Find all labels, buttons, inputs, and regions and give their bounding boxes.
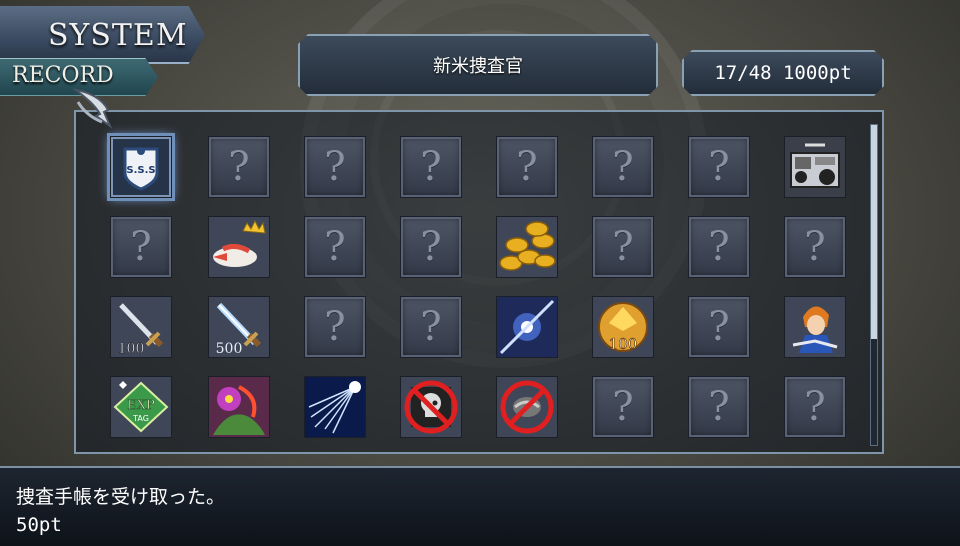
locked-record-slot[interactable]: ? (592, 376, 654, 438)
svg-text:EXP: EXP (127, 398, 155, 413)
locked-record-slot[interactable]: ? (400, 136, 462, 198)
svg-text:TAG: TAG (132, 414, 149, 423)
question-mark-icon: ? (420, 304, 442, 350)
message-text: 捜査手帳を受け取った。 (16, 486, 226, 508)
svg-text:500: 500 (216, 341, 243, 357)
message-bar: 捜査手帳を受け取った。 50pt (0, 466, 960, 546)
record-slot-hero[interactable] (784, 296, 846, 358)
locked-record-slot[interactable]: ? (688, 376, 750, 438)
crowned-fish-icon (209, 217, 269, 277)
record-grid-panel: S.S.S ?????? ? ?? ??? 100 500 ? ? 100 ? … (74, 110, 884, 454)
exp-tag-icon: EXP TAG (111, 377, 171, 437)
record-slot-sword-100[interactable]: 100 (110, 296, 172, 358)
locked-record-slot[interactable]: ? (400, 216, 462, 278)
message-points: 50pt (16, 514, 62, 536)
record-slot-gold-coins[interactable] (496, 216, 558, 278)
question-mark-icon: ? (324, 304, 346, 350)
question-mark-icon: ? (324, 144, 346, 190)
gold-gem-icon: 100 (593, 297, 653, 357)
record-slot-badge-sss[interactable]: S.S.S (110, 136, 172, 198)
locked-record-slot[interactable]: ? (592, 216, 654, 278)
locked-record-slot[interactable]: ? (688, 136, 750, 198)
question-mark-icon: ? (708, 384, 730, 430)
scrollbar-thumb[interactable] (871, 125, 877, 340)
light-slash-icon (497, 297, 557, 357)
question-mark-icon: ? (804, 384, 826, 430)
gold-coins-icon (497, 217, 557, 277)
blue-burst-icon (305, 377, 365, 437)
sss-badge-icon: S.S.S (111, 137, 171, 197)
record-slot-light-slash[interactable] (496, 296, 558, 358)
question-mark-icon: ? (612, 144, 634, 190)
question-mark-icon: ? (516, 144, 538, 190)
question-mark-icon: ? (708, 144, 730, 190)
question-mark-icon: ? (708, 304, 730, 350)
system-header: SYSTEM (0, 6, 205, 64)
cassette-recorder-icon (785, 137, 845, 197)
locked-record-slot[interactable]: ? (400, 296, 462, 358)
question-mark-icon: ? (130, 224, 152, 270)
question-mark-icon: ? (228, 144, 250, 190)
record-slot-sword-500[interactable]: 500 (208, 296, 270, 358)
record-slot-no-item[interactable] (496, 376, 558, 438)
record-slot-no-skull[interactable] (400, 376, 462, 438)
record-slot-blue-burst[interactable] (304, 376, 366, 438)
pointer-cursor-icon (72, 88, 113, 129)
locked-record-slot[interactable]: ? (496, 136, 558, 198)
no-item-icon (497, 377, 557, 437)
record-slot-king-fish[interactable] (208, 216, 270, 278)
locked-record-slot[interactable]: ? (110, 216, 172, 278)
locked-record-slot[interactable]: ? (592, 136, 654, 198)
svg-text:100: 100 (609, 335, 638, 353)
question-mark-icon: ? (324, 224, 346, 270)
question-mark-icon: ? (804, 224, 826, 270)
question-mark-icon: ? (708, 224, 730, 270)
question-mark-icon: ? (420, 144, 442, 190)
record-slot-recorder[interactable] (784, 136, 846, 198)
system-label: SYSTEM (48, 18, 188, 53)
crossed-swords-icon: 100 (111, 297, 171, 357)
no-skull-icon (401, 377, 461, 437)
hero-portrait-icon (785, 297, 845, 357)
question-mark-icon: ? (420, 224, 442, 270)
svg-text:S.S.S: S.S.S (126, 165, 155, 176)
rank-title-box: 新米捜査官 (298, 34, 658, 96)
locked-record-slot[interactable]: ? (688, 296, 750, 358)
locked-record-slot[interactable]: ? (784, 216, 846, 278)
record-slot-monster[interactable] (208, 376, 270, 438)
question-mark-icon: ? (612, 384, 634, 430)
locked-record-slot[interactable]: ? (304, 296, 366, 358)
record-slot-gem-100[interactable]: 100 (592, 296, 654, 358)
glowing-sword-icon: 500 (209, 297, 269, 357)
record-slot-exp-tag[interactable]: EXP TAG (110, 376, 172, 438)
progress-text: 17/48 1000pt (714, 62, 852, 84)
scrollbar[interactable] (870, 124, 878, 446)
monster-icon (209, 377, 269, 437)
rank-title: 新米捜査官 (433, 56, 523, 77)
locked-record-slot[interactable]: ? (208, 136, 270, 198)
svg-text:100: 100 (118, 341, 145, 357)
question-mark-icon: ? (612, 224, 634, 270)
locked-record-slot[interactable]: ? (784, 376, 846, 438)
locked-record-slot[interactable]: ? (304, 136, 366, 198)
progress-box: 17/48 1000pt (682, 50, 884, 96)
locked-record-slot[interactable]: ? (688, 216, 750, 278)
locked-record-slot[interactable]: ? (304, 216, 366, 278)
